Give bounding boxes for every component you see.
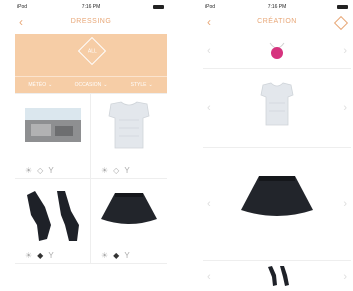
glass-icon: Y	[48, 166, 54, 175]
creation-screen: iPod 7:16 PM ‹ CRÉATION ‹ › ‹ › ‹ › ‹ ›	[203, 0, 351, 291]
sun-icon: ☀	[101, 166, 109, 175]
dressing-screen: iPod 7:16 PM ‹ DRESSING ALL MÉTÉO ⌄ OCCA…	[15, 0, 167, 291]
category-banner: ALL	[15, 34, 167, 76]
filter-style[interactable]: STYLE ⌄	[116, 77, 167, 93]
item-tags: ☀ ◆ Y	[101, 252, 130, 260]
all-filter-badge[interactable]: ALL	[77, 36, 107, 66]
necklace-image	[269, 42, 285, 59]
next-arrow-icon[interactable]: ›	[343, 271, 347, 283]
filter-label: STYLE	[130, 82, 147, 88]
filter-label: OCCASION	[74, 82, 102, 88]
prev-arrow-icon[interactable]: ‹	[207, 45, 211, 57]
chevron-down-icon: ⌄	[103, 82, 108, 88]
chevron-down-icon: ⌄	[48, 82, 53, 88]
filter-label: MÉTÉO	[28, 82, 47, 88]
page-title: DRESSING	[70, 18, 112, 25]
glass-icon: Y	[48, 251, 54, 260]
status-bar: iPod 7:16 PM	[15, 0, 167, 14]
diamond-filled-icon: ◆	[113, 251, 120, 260]
diamond-outline-icon: ◇	[37, 166, 44, 175]
all-label: ALL	[87, 48, 97, 54]
diamond-filled-icon: ◆	[37, 251, 44, 260]
bottom-row: ‹ ›	[203, 148, 351, 261]
status-bar: iPod 7:16 PM	[203, 0, 351, 14]
wardrobe-grid: ☀ ◇ Y ☀ ◇ Y ☀ ◆ Y ☀ ◆ Y	[15, 93, 167, 264]
top-image	[108, 101, 150, 149]
battery-icon	[337, 5, 348, 9]
glass-icon: Y	[124, 251, 130, 260]
next-arrow-icon[interactable]: ›	[343, 45, 347, 57]
status-time: 7:16 PM	[267, 4, 287, 10]
skirt-image	[241, 176, 313, 216]
item-tags: ☀ ◆ Y	[25, 252, 54, 260]
sun-icon: ☀	[101, 251, 109, 260]
battery-icon	[153, 5, 164, 9]
top-image	[260, 82, 294, 126]
glass-icon: Y	[124, 166, 130, 175]
filter-meteo[interactable]: MÉTÉO ⌄	[15, 77, 66, 93]
diamond-outline-icon: ◇	[113, 166, 120, 175]
grid-item-shoes[interactable]: ☀ ◆ Y	[15, 179, 91, 264]
sun-icon: ☀	[25, 166, 33, 175]
next-arrow-icon[interactable]: ›	[343, 102, 347, 114]
grid-item-clutch[interactable]: ☀ ◇ Y	[15, 94, 91, 179]
grid-item-top[interactable]: ☀ ◇ Y	[91, 94, 167, 179]
shoes-image	[27, 191, 79, 241]
nav-bar: ‹ DRESSING	[15, 14, 167, 34]
sun-icon: ☀	[25, 251, 33, 260]
chevron-down-icon: ⌄	[148, 82, 153, 88]
prev-arrow-icon[interactable]: ‹	[207, 271, 211, 283]
next-arrow-icon[interactable]: ›	[343, 198, 347, 210]
shoes-image	[268, 266, 289, 286]
filter-bar: MÉTÉO ⌄ OCCASION ⌄ STYLE ⌄	[15, 76, 167, 93]
filter-occasion[interactable]: OCCASION ⌄	[66, 77, 117, 93]
grid-item-skirt[interactable]: ☀ ◆ Y	[91, 179, 167, 264]
nav-bar: ‹ CRÉATION	[203, 14, 351, 34]
status-time: 7:16 PM	[81, 4, 101, 10]
prev-arrow-icon[interactable]: ‹	[207, 198, 211, 210]
shoes-row: ‹ ›	[203, 261, 351, 291]
top-row: ‹ ›	[203, 69, 351, 148]
item-tags: ☀ ◇ Y	[25, 167, 54, 175]
page-title: CRÉATION	[257, 18, 297, 25]
accessory-row: ‹ ›	[203, 34, 351, 69]
prev-arrow-icon[interactable]: ‹	[207, 102, 211, 114]
item-tags: ☀ ◇ Y	[101, 167, 130, 175]
skirt-image	[101, 193, 157, 224]
clutch-image	[25, 108, 81, 142]
